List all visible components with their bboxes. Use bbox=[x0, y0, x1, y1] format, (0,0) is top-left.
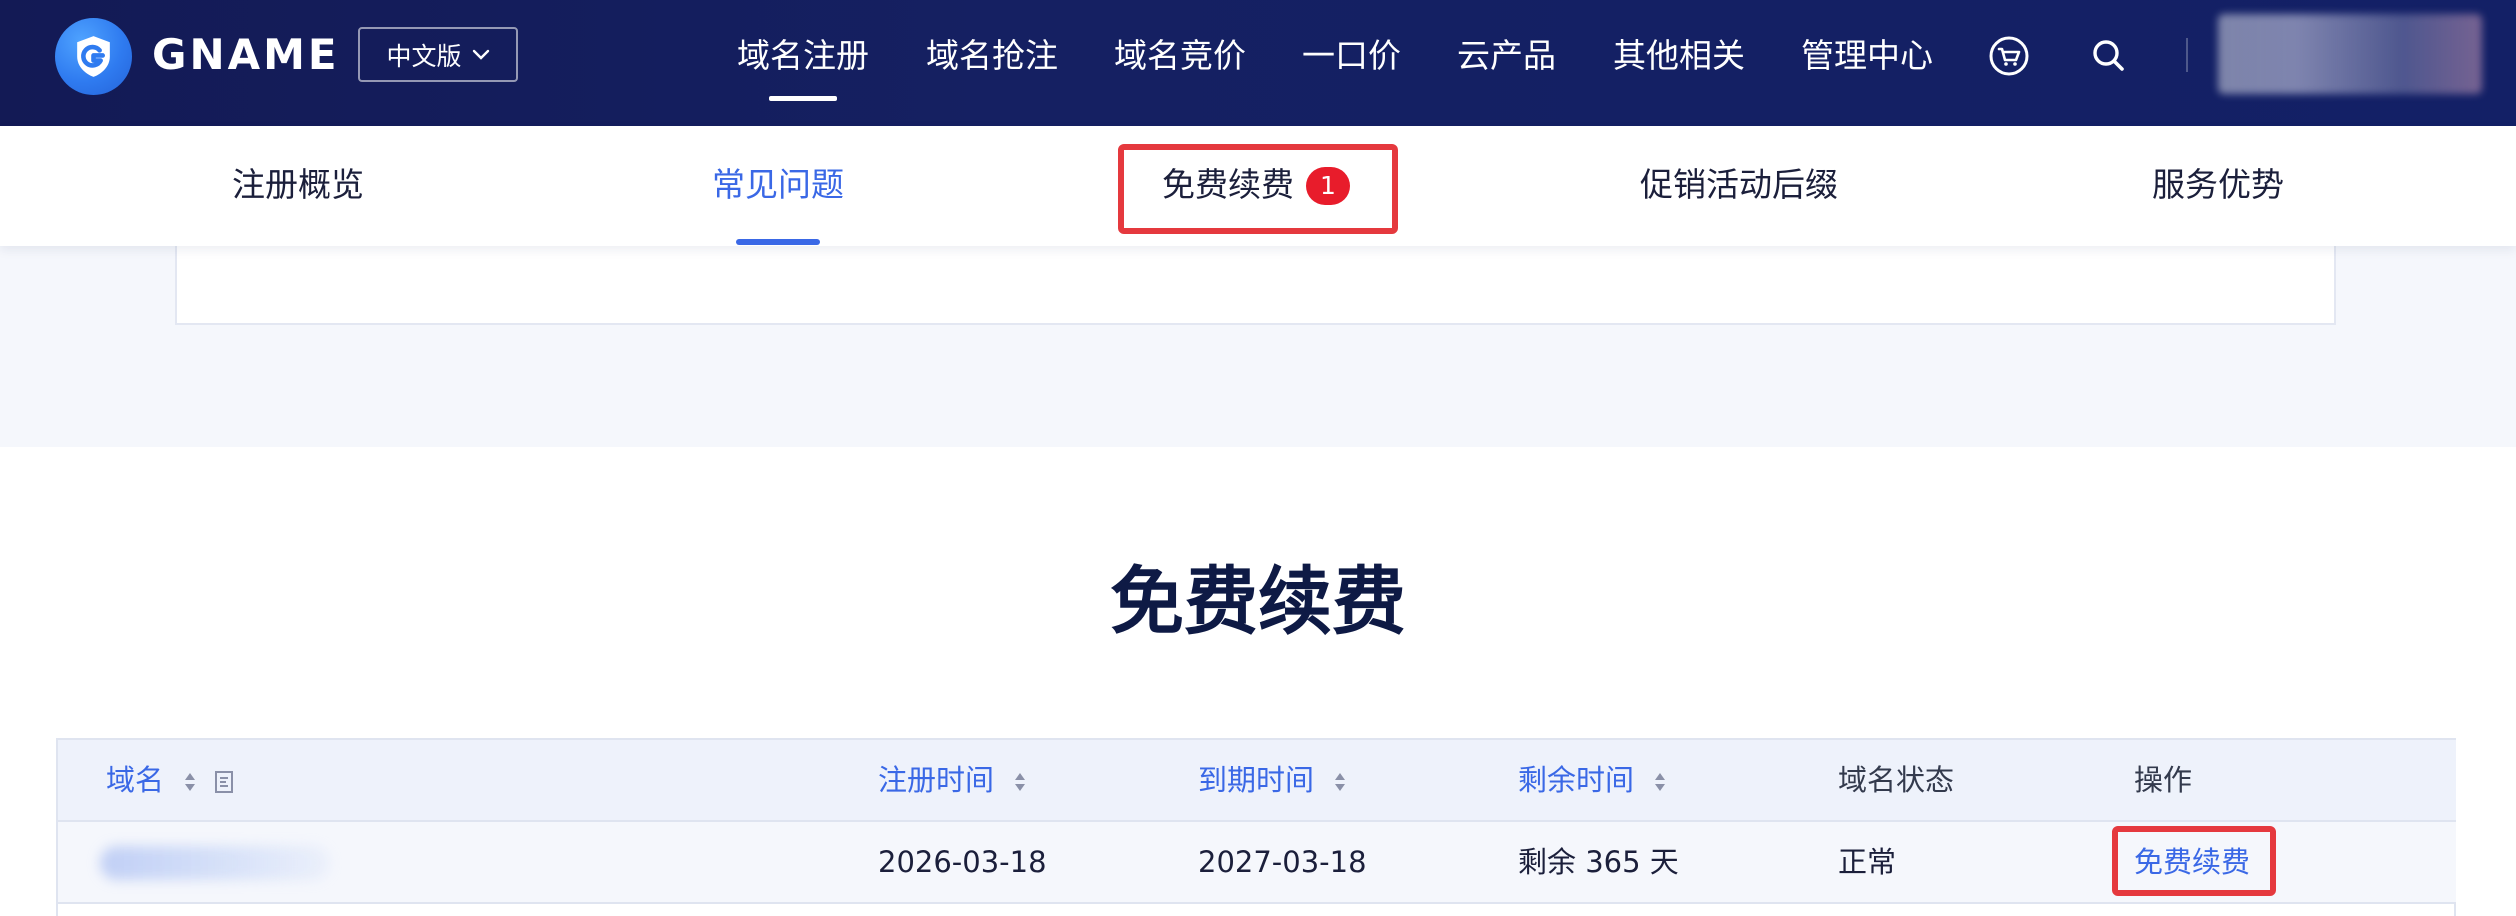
search-icon[interactable] bbox=[2088, 35, 2130, 77]
column-header-domain-status: 域名状态 bbox=[1838, 763, 1955, 797]
table-header: 域名 注册时间 到期时间 剩余时间 域名状态 操作 bbox=[58, 740, 2456, 822]
nav-item-domain-register[interactable]: 域名注册 bbox=[737, 30, 869, 101]
content-card bbox=[175, 246, 2336, 325]
table-row: 2026-03-18 2027-03-18 剩余 365 天 正常 免费续费 bbox=[58, 822, 2456, 904]
filter-icon[interactable] bbox=[214, 770, 236, 794]
column-header-expire-time-label: 到期时间 bbox=[1198, 763, 1315, 797]
brand-name[interactable]: GNAME bbox=[152, 30, 340, 80]
tab-service-advantages[interactable]: 服务优势 bbox=[2152, 161, 2284, 209]
column-header-action: 操作 bbox=[2134, 763, 2193, 797]
user-account-avatar[interactable] bbox=[2218, 14, 2482, 94]
remaining-time-cell: 剩余 365 天 bbox=[1518, 845, 1679, 879]
free-renewal-action-link[interactable]: 免费续费 bbox=[2134, 822, 2250, 902]
language-switch-button[interactable]: 中文版 bbox=[358, 27, 518, 82]
column-header-register-time[interactable]: 注册时间 bbox=[878, 740, 1027, 820]
column-header-remaining-time[interactable]: 剩余时间 bbox=[1518, 740, 1667, 820]
sort-icon[interactable] bbox=[183, 770, 197, 794]
chevron-down-icon bbox=[472, 49, 489, 60]
tab-faq[interactable]: 常见问题 bbox=[712, 161, 844, 245]
column-header-register-time-label: 注册时间 bbox=[878, 763, 995, 797]
nav-item-domain-snapback[interactable]: 域名抢注 bbox=[926, 30, 1058, 82]
tab-free-renewal[interactable]: 免费续费 1 bbox=[1162, 161, 1350, 209]
sort-icon[interactable] bbox=[1653, 770, 1667, 794]
nav-item-cloud-products[interactable]: 云产品 bbox=[1457, 30, 1556, 82]
column-header-expire-time[interactable]: 到期时间 bbox=[1198, 740, 1347, 820]
column-header-remaining-time-label: 剩余时间 bbox=[1518, 763, 1635, 797]
nav-item-management-center[interactable]: 管理中心 bbox=[1801, 30, 1933, 82]
domain-name-redacted[interactable] bbox=[100, 846, 330, 880]
nav-item-fixed-price[interactable]: 一口价 bbox=[1302, 30, 1401, 82]
section-title: 免费续费 bbox=[1110, 559, 1406, 645]
expire-time-cell: 2027-03-18 bbox=[1198, 845, 1367, 879]
sort-icon[interactable] bbox=[1333, 770, 1347, 794]
nav-item-other[interactable]: 其他相关 bbox=[1613, 30, 1745, 82]
domain-table: 域名 注册时间 到期时间 剩余时间 域名状态 操作 2026-03-18 202… bbox=[56, 738, 2456, 916]
gname-logo-icon[interactable] bbox=[55, 18, 132, 95]
sort-icon[interactable] bbox=[1013, 770, 1027, 794]
section-tabs: 注册概览 常见问题 免费续费 1 促销活动后缀 服务优势 bbox=[0, 126, 2516, 246]
register-time-cell: 2026-03-18 bbox=[878, 845, 1047, 879]
domain-status-cell: 正常 bbox=[1838, 845, 1897, 879]
tab-registration-overview[interactable]: 注册概览 bbox=[232, 161, 364, 209]
top-navbar: GNAME 中文版 域名注册 域名抢注 域名竞价 一口价 云产品 其他相关 管理… bbox=[0, 0, 2516, 126]
column-header-domain-label: 域名 bbox=[106, 763, 165, 797]
tab-promo-suffixes[interactable]: 促销活动后缀 bbox=[1640, 161, 1838, 209]
nav-divider bbox=[2186, 38, 2188, 72]
nav-item-domain-auction[interactable]: 域名竞价 bbox=[1114, 30, 1246, 82]
language-switch-label: 中文版 bbox=[386, 41, 462, 71]
tab-free-renewal-label: 免费续费 bbox=[1162, 165, 1294, 204]
column-header-domain[interactable]: 域名 bbox=[106, 740, 236, 820]
cart-icon[interactable] bbox=[1988, 35, 2030, 77]
notification-badge: 1 bbox=[1306, 167, 1350, 205]
